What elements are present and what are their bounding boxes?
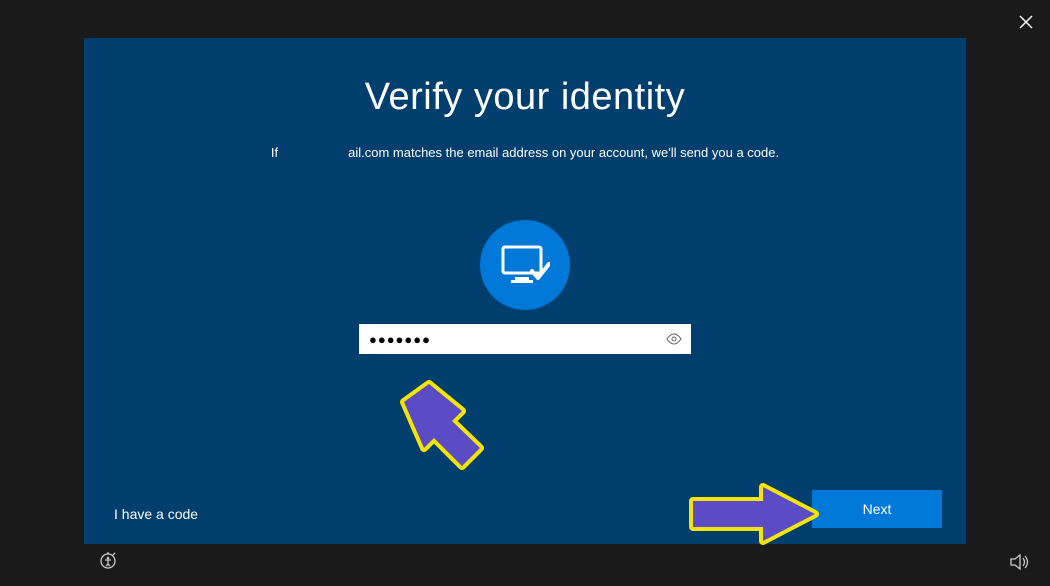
- monitor-check-icon: [480, 220, 570, 310]
- oobe-panel: Verify your identity If ail.com matches t…: [84, 38, 966, 544]
- subtitle-suffix: ail.com matches the email address on you…: [348, 145, 779, 160]
- verification-code-input[interactable]: [359, 324, 691, 354]
- volume-icon[interactable]: [1010, 553, 1030, 576]
- page-title: Verify your identity: [84, 76, 966, 119]
- accessibility-icon[interactable]: [98, 551, 118, 576]
- password-reveal-icon[interactable]: [663, 328, 685, 350]
- subtitle-text: If ail.com matches the email address on y…: [84, 145, 966, 160]
- code-input-row: [359, 324, 691, 354]
- subtitle-prefix: If: [271, 145, 278, 160]
- close-button[interactable]: [1016, 12, 1036, 32]
- next-button[interactable]: Next: [812, 490, 942, 528]
- i-have-a-code-link[interactable]: I have a code: [114, 506, 198, 522]
